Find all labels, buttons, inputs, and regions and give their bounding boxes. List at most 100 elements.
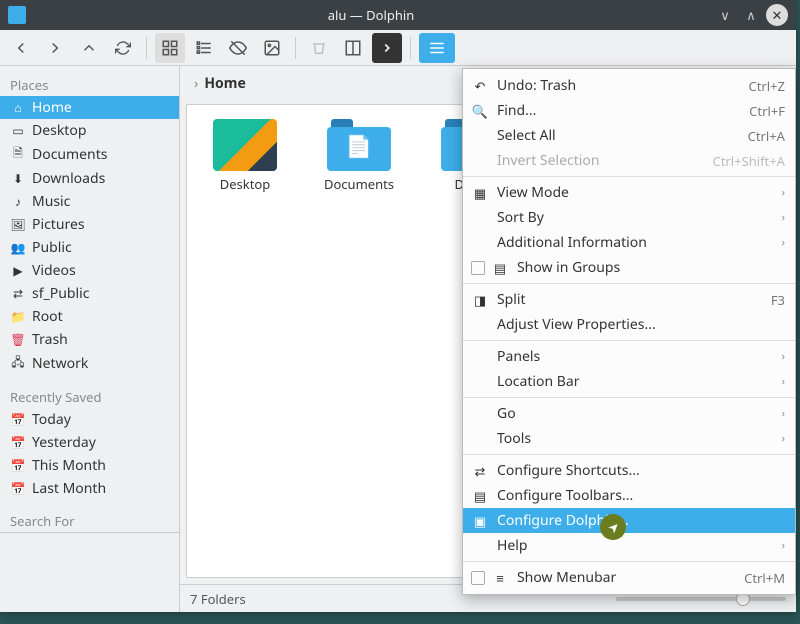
documents-icon: 🗎 bbox=[10, 144, 26, 165]
menu-separator bbox=[463, 454, 795, 455]
menu-select-all[interactable]: Select AllCtrl+A bbox=[463, 123, 795, 148]
sidebar-item-this-month[interactable]: 📅This Month bbox=[0, 454, 179, 477]
sidebar-item-downloads[interactable]: ⬇Downloads bbox=[0, 167, 179, 190]
submenu-arrow-icon: › bbox=[782, 406, 785, 421]
checkbox-icon[interactable] bbox=[471, 261, 485, 275]
calendar-icon: 📅 bbox=[10, 480, 26, 497]
app-icon bbox=[8, 6, 26, 24]
terminal-button[interactable] bbox=[372, 33, 402, 63]
hamburger-menu: ↶Undo: TrashCtrl+Z 🔍Find...Ctrl+F Select… bbox=[462, 68, 796, 595]
submenu-arrow-icon: › bbox=[782, 431, 785, 446]
split-button[interactable] bbox=[338, 33, 368, 63]
close-button[interactable]: ✕ bbox=[766, 4, 788, 26]
places-panel: Places ⌂Home ▭Desktop 🗎Documents ⬇Downlo… bbox=[0, 66, 180, 612]
icons-view-button[interactable] bbox=[155, 33, 185, 63]
groups-icon: ▤ bbox=[491, 259, 509, 277]
menu-configure-shortcuts[interactable]: ⇄Configure Shortcuts... bbox=[463, 458, 795, 483]
menu-go[interactable]: Go› bbox=[463, 401, 795, 426]
trash-button[interactable] bbox=[304, 33, 334, 63]
menu-help[interactable]: Help› bbox=[463, 533, 795, 558]
network-icon: 🖧 bbox=[10, 353, 26, 374]
refresh-button[interactable] bbox=[108, 33, 138, 63]
preview-button[interactable] bbox=[223, 33, 253, 63]
forward-button[interactable] bbox=[40, 33, 70, 63]
videos-icon: ▶ bbox=[10, 262, 26, 279]
menu-invert-selection: Invert SelectionCtrl+Shift+A bbox=[463, 148, 795, 173]
sidebar-item-network[interactable]: 🖧Network bbox=[0, 351, 179, 376]
status-count: 7 Folders bbox=[190, 590, 246, 608]
grid-icon: ▦ bbox=[471, 184, 489, 202]
music-icon: ♪ bbox=[10, 193, 26, 210]
sidebar-item-home[interactable]: ⌂Home bbox=[0, 96, 179, 119]
desktop-icon: ▭ bbox=[10, 122, 26, 139]
menu-configure-toolbars[interactable]: ▤Configure Toolbars... bbox=[463, 483, 795, 508]
menu-show-menubar[interactable]: ≡Show MenubarCtrl+M bbox=[463, 565, 795, 590]
shortcuts-icon: ⇄ bbox=[471, 462, 489, 480]
search-icon: 🔍 bbox=[471, 102, 489, 120]
calendar-icon: 📅 bbox=[10, 434, 26, 451]
checkbox-icon[interactable] bbox=[471, 571, 485, 585]
maximize-button[interactable]: ∧ bbox=[740, 4, 762, 26]
menu-split[interactable]: ◨SplitF3 bbox=[463, 287, 795, 312]
menu-tools[interactable]: Tools› bbox=[463, 426, 795, 451]
sidebar-item-videos[interactable]: ▶Videos bbox=[0, 259, 179, 282]
menu-find[interactable]: 🔍Find...Ctrl+F bbox=[463, 98, 795, 123]
submenu-arrow-icon: › bbox=[782, 374, 785, 389]
submenu-arrow-icon: › bbox=[782, 210, 785, 225]
sidebar-item-pictures[interactable]: 🖼Pictures bbox=[0, 213, 179, 236]
image-button[interactable] bbox=[257, 33, 287, 63]
sidebar-item-today[interactable]: 📅Today bbox=[0, 408, 179, 431]
sidebar-item-last-month[interactable]: 📅Last Month bbox=[0, 477, 179, 500]
menu-undo[interactable]: ↶Undo: TrashCtrl+Z bbox=[463, 73, 795, 98]
sidebar-item-public[interactable]: 👥Public bbox=[0, 236, 179, 259]
folder-desktop[interactable]: Desktop bbox=[197, 119, 293, 193]
chevron-right-icon: › bbox=[194, 74, 198, 93]
sidebar-item-music[interactable]: ♪Music bbox=[0, 190, 179, 213]
menu-additional-info[interactable]: Additional Information› bbox=[463, 230, 795, 255]
menu-view-mode[interactable]: ▦View Mode› bbox=[463, 180, 795, 205]
submenu-arrow-icon: › bbox=[782, 185, 785, 200]
home-icon: ⌂ bbox=[10, 99, 26, 116]
menu-separator bbox=[463, 561, 795, 562]
submenu-arrow-icon: › bbox=[782, 538, 785, 553]
search-header: Search For bbox=[0, 508, 179, 533]
sidebar-item-trash[interactable]: 🗑Trash bbox=[0, 328, 179, 351]
sidebar-item-yesterday[interactable]: 📅Yesterday bbox=[0, 431, 179, 454]
sidebar-item-root[interactable]: 📁Root bbox=[0, 305, 179, 328]
menu-panels[interactable]: Panels› bbox=[463, 344, 795, 369]
menu-separator bbox=[463, 283, 795, 284]
configure-icon: ▣ bbox=[471, 512, 489, 530]
sidebar-item-sf-public[interactable]: ⇄sf_Public bbox=[0, 282, 179, 305]
menu-button[interactable] bbox=[419, 33, 455, 63]
folder-documents[interactable]: 📄 Documents bbox=[311, 119, 407, 193]
toolbars-icon: ▤ bbox=[471, 487, 489, 505]
undo-icon: ↶ bbox=[471, 77, 489, 95]
menu-location-bar[interactable]: Location Bar› bbox=[463, 369, 795, 394]
back-button[interactable] bbox=[6, 33, 36, 63]
window-title: alu — Dolphin bbox=[32, 6, 710, 24]
calendar-icon: 📅 bbox=[10, 411, 26, 428]
menu-separator bbox=[463, 340, 795, 341]
sidebar-item-documents[interactable]: 🗎Documents bbox=[0, 142, 179, 167]
minimize-button[interactable]: ∨ bbox=[714, 4, 736, 26]
menu-configure-dolphin[interactable]: ▣Configure Dolphin... bbox=[463, 508, 795, 533]
separator bbox=[410, 37, 411, 59]
menu-separator bbox=[463, 176, 795, 177]
separator bbox=[146, 37, 147, 59]
downloads-icon: ⬇ bbox=[10, 170, 26, 187]
compact-view-button[interactable] bbox=[189, 33, 219, 63]
sidebar-item-desktop[interactable]: ▭Desktop bbox=[0, 119, 179, 142]
menu-adjust-view[interactable]: Adjust View Properties... bbox=[463, 312, 795, 337]
breadcrumb-home[interactable]: Home bbox=[204, 74, 245, 93]
desktop-folder-icon bbox=[213, 119, 277, 171]
menu-sort-by[interactable]: Sort By› bbox=[463, 205, 795, 230]
up-button[interactable] bbox=[74, 33, 104, 63]
menu-show-groups[interactable]: ▤Show in Groups bbox=[463, 255, 795, 280]
menu-separator bbox=[463, 397, 795, 398]
zoom-slider[interactable] bbox=[616, 597, 786, 601]
menubar-icon: ≡ bbox=[491, 569, 509, 587]
recent-header: Recently Saved bbox=[0, 384, 179, 408]
pictures-icon: 🖼 bbox=[10, 216, 26, 233]
mouse-cursor bbox=[600, 514, 626, 540]
toolbar bbox=[0, 30, 796, 66]
